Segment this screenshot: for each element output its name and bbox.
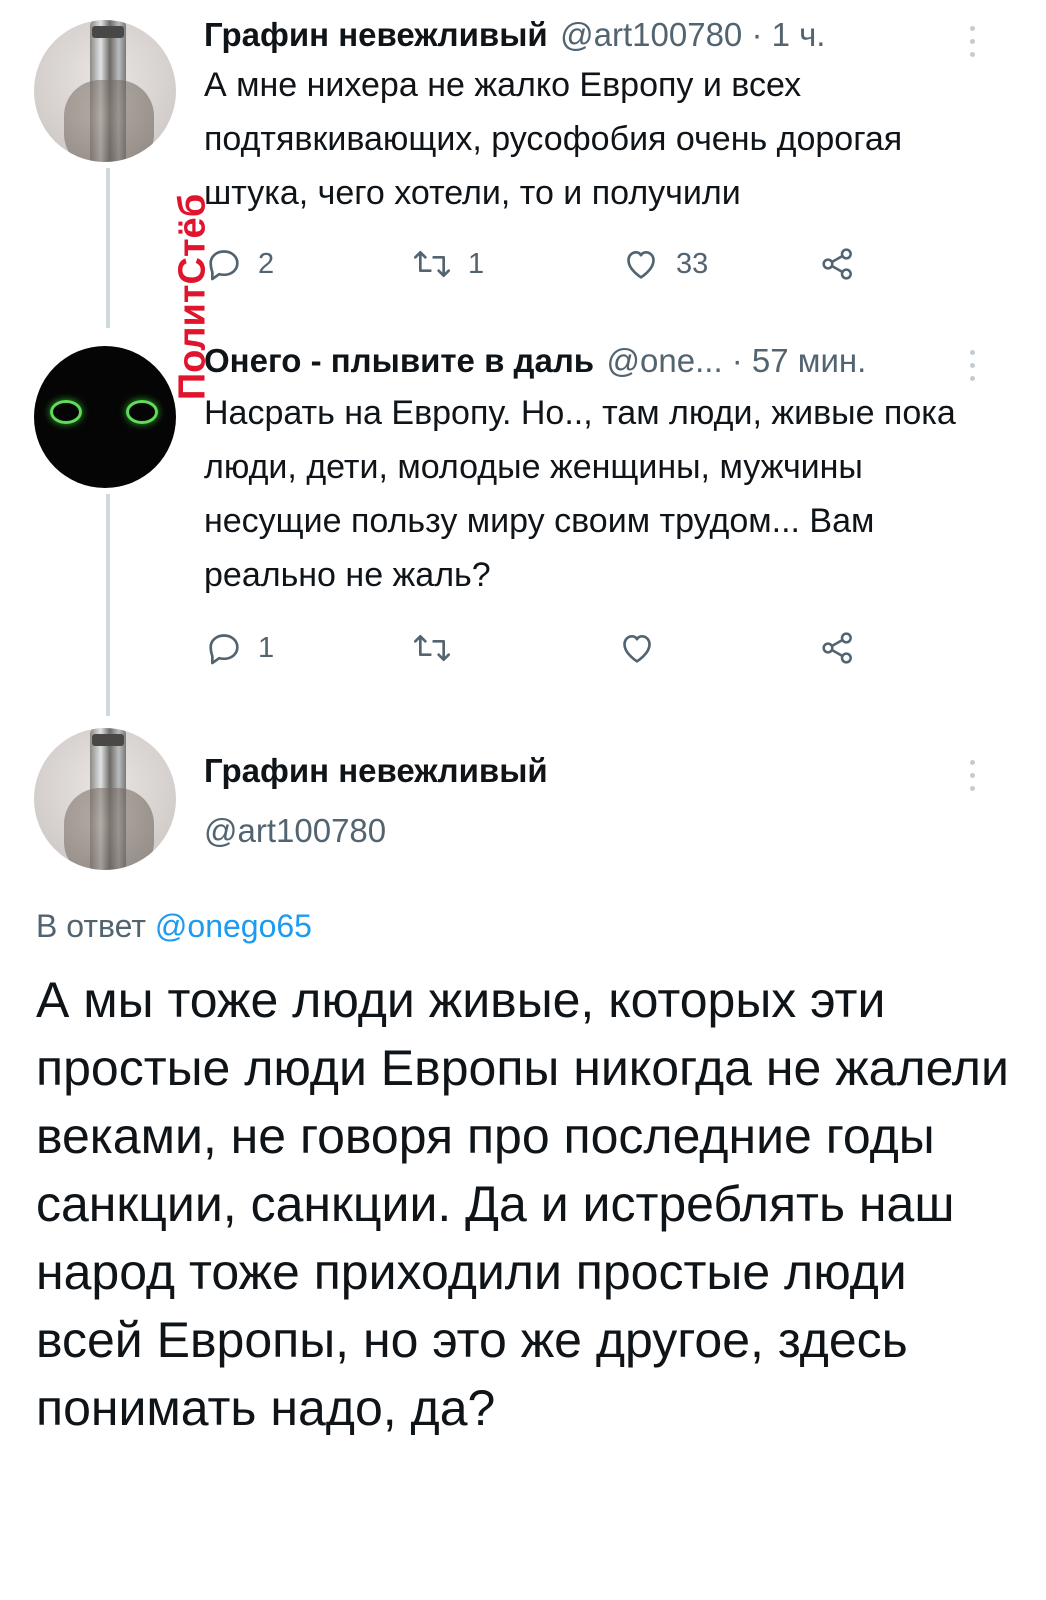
like-icon [623,635,651,663]
share-button[interactable] [818,628,858,668]
reply-icon [209,634,239,665]
focused-tweet-text: А мы тоже люди живые, которых эти просты… [36,972,1009,1436]
watermark-text: ПолитСтёб [171,193,214,401]
like-icon [627,251,655,279]
author-name[interactable]: Графин невежливый [204,752,548,790]
tweet-text: Насрать на Европу. Но.., там люди, живые… [204,394,956,594]
reply-mention-link[interactable]: @onego65 [155,908,312,944]
like-button[interactable] [616,628,672,668]
author-handle[interactable]: @art100780 [204,812,386,850]
author-name[interactable]: Графин невежливый [204,16,548,53]
more-icon[interactable] [970,350,978,390]
eye-graphic [50,400,82,424]
avatar[interactable] [34,728,176,870]
retweet-button[interactable] [410,628,468,668]
author-meta: @one... · 57 мин. [606,342,867,379]
retweet-button[interactable]: 1 [410,244,484,284]
share-button[interactable] [818,244,858,284]
retweet-icon [414,251,450,277]
tweet-header: Графин невежливый @art100780 · 1 ч. [204,16,825,54]
tweet-header: Онего - плывите в даль @one... · 57 мин. [204,342,866,380]
thread-line [106,168,110,328]
like-count: 33 [676,247,709,280]
reply-context: В ответ @onego65 [36,908,312,945]
thread-line [106,494,110,716]
avatar[interactable] [34,20,176,162]
reply-prefix: В ответ [36,908,147,944]
like-button[interactable]: 33 [620,244,708,284]
retweet-count: 1 [468,247,485,280]
watermark: ПолитСтёб [163,172,223,422]
more-icon[interactable] [970,760,978,800]
eye-graphic [126,400,158,424]
share-icon [822,248,852,280]
tweet-text: А мне нихера не жалко Европу и всех подт… [204,66,903,212]
share-icon [822,632,852,664]
reply-button[interactable]: 1 [204,628,274,668]
reply-count: 1 [258,631,275,664]
retweet-icon [414,635,450,661]
avatar[interactable] [34,346,176,488]
reply-count: 2 [258,247,275,280]
author-name[interactable]: Онего - плывите в даль [204,342,594,379]
author-meta: @art100780 · 1 ч. [560,16,826,53]
